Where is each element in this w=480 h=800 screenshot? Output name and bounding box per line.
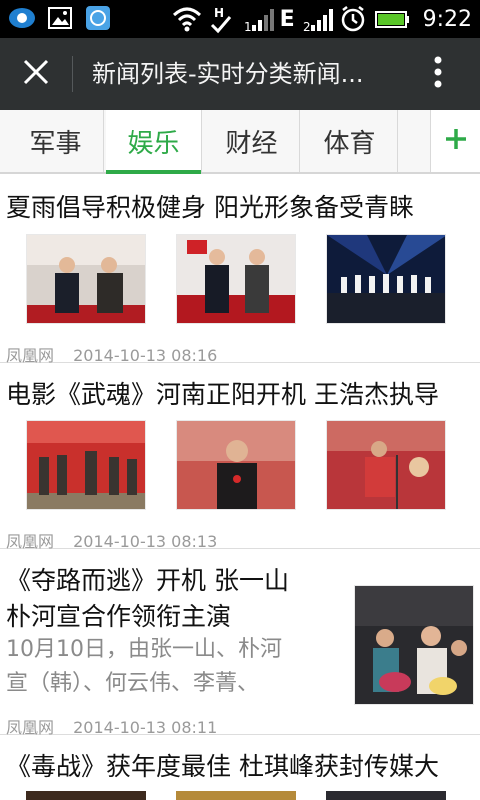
news-thumbnail [326,420,446,510]
news-item[interactable]: 《夺路而逃》开机 张一山 朴河宣合作领衔主演 10月10日，由张一山、朴河 宣（… [0,549,480,737]
svg-text:H: H [214,6,224,20]
news-thumbnail [326,791,446,800]
news-title-line2: 朴河宣合作领衔主演 [6,602,232,631]
close-icon [23,59,49,89]
tab-sports[interactable]: 体育 [302,110,398,172]
status-bar: H 1 E 2 9:22 [0,0,480,38]
more-options-button[interactable] [418,54,458,94]
image-icon [46,4,74,32]
news-summary-line1: 10月10日，由张一山、朴河 [6,637,282,662]
app-icon [8,4,36,32]
tab-military[interactable]: 军事 [8,110,104,172]
news-thumbnail [354,585,474,705]
news-thumbnail [26,420,146,510]
page-title: 新闻列表-实时分类新闻... [92,60,364,88]
news-item[interactable]: 电影《武魂》河南正阳开机 王浩杰执导 凤凰网 2014-10-13 08:13 [0,363,480,551]
news-thumbnail [176,420,296,510]
news-thumbnail [26,791,146,800]
news-title: 夏雨倡导积极健身 阳光形象备受青睐 [6,193,414,222]
data-signal-icon: 2 [303,5,333,34]
category-tabs: 军事 娱乐 财经 体育 [0,110,480,174]
news-item[interactable]: 夏雨倡导积极健身 阳光形象备受青睐 凤凰网 2014-10-13 08:16 [0,176,480,365]
alarm-icon [339,5,367,33]
plus-icon [445,128,467,154]
svg-text:2: 2 [303,20,311,33]
news-title: 《毒战》获年度最佳 杜琪峰获封传媒大 [6,752,439,781]
news-thumbnail [326,234,446,324]
news-thumbnail [26,234,146,324]
tab-entertainment[interactable]: 娱乐 [106,110,202,174]
hspa-icon: H [208,5,236,34]
news-item[interactable]: 《毒战》获年度最佳 杜琪峰获封传媒大 [0,735,480,800]
tab-finance[interactable]: 财经 [204,110,300,172]
battery-icon [374,5,411,33]
news-thumbnail [176,791,296,800]
news-title-line1: 《夺路而逃》开机 张一山 [6,566,289,595]
svg-text:1: 1 [244,20,252,33]
close-button[interactable] [12,52,60,96]
add-tab-button[interactable] [430,110,480,172]
news-title: 电影《武魂》河南正阳开机 王浩杰执导 [6,380,439,409]
news-thumbnail [176,234,296,324]
header-divider [72,56,73,92]
more-vert-icon [433,56,443,92]
browser-icon [84,4,112,32]
app-header: 新闻列表-实时分类新闻... [0,38,480,110]
tab-partial[interactable] [400,110,430,172]
network-type: E [279,6,295,32]
news-summary-line2: 宣（韩）、何云伟、李菁、 [6,671,260,696]
clock: 9:22 [422,6,472,32]
wifi-icon [172,5,201,33]
signal-icon: 1 [244,5,274,34]
